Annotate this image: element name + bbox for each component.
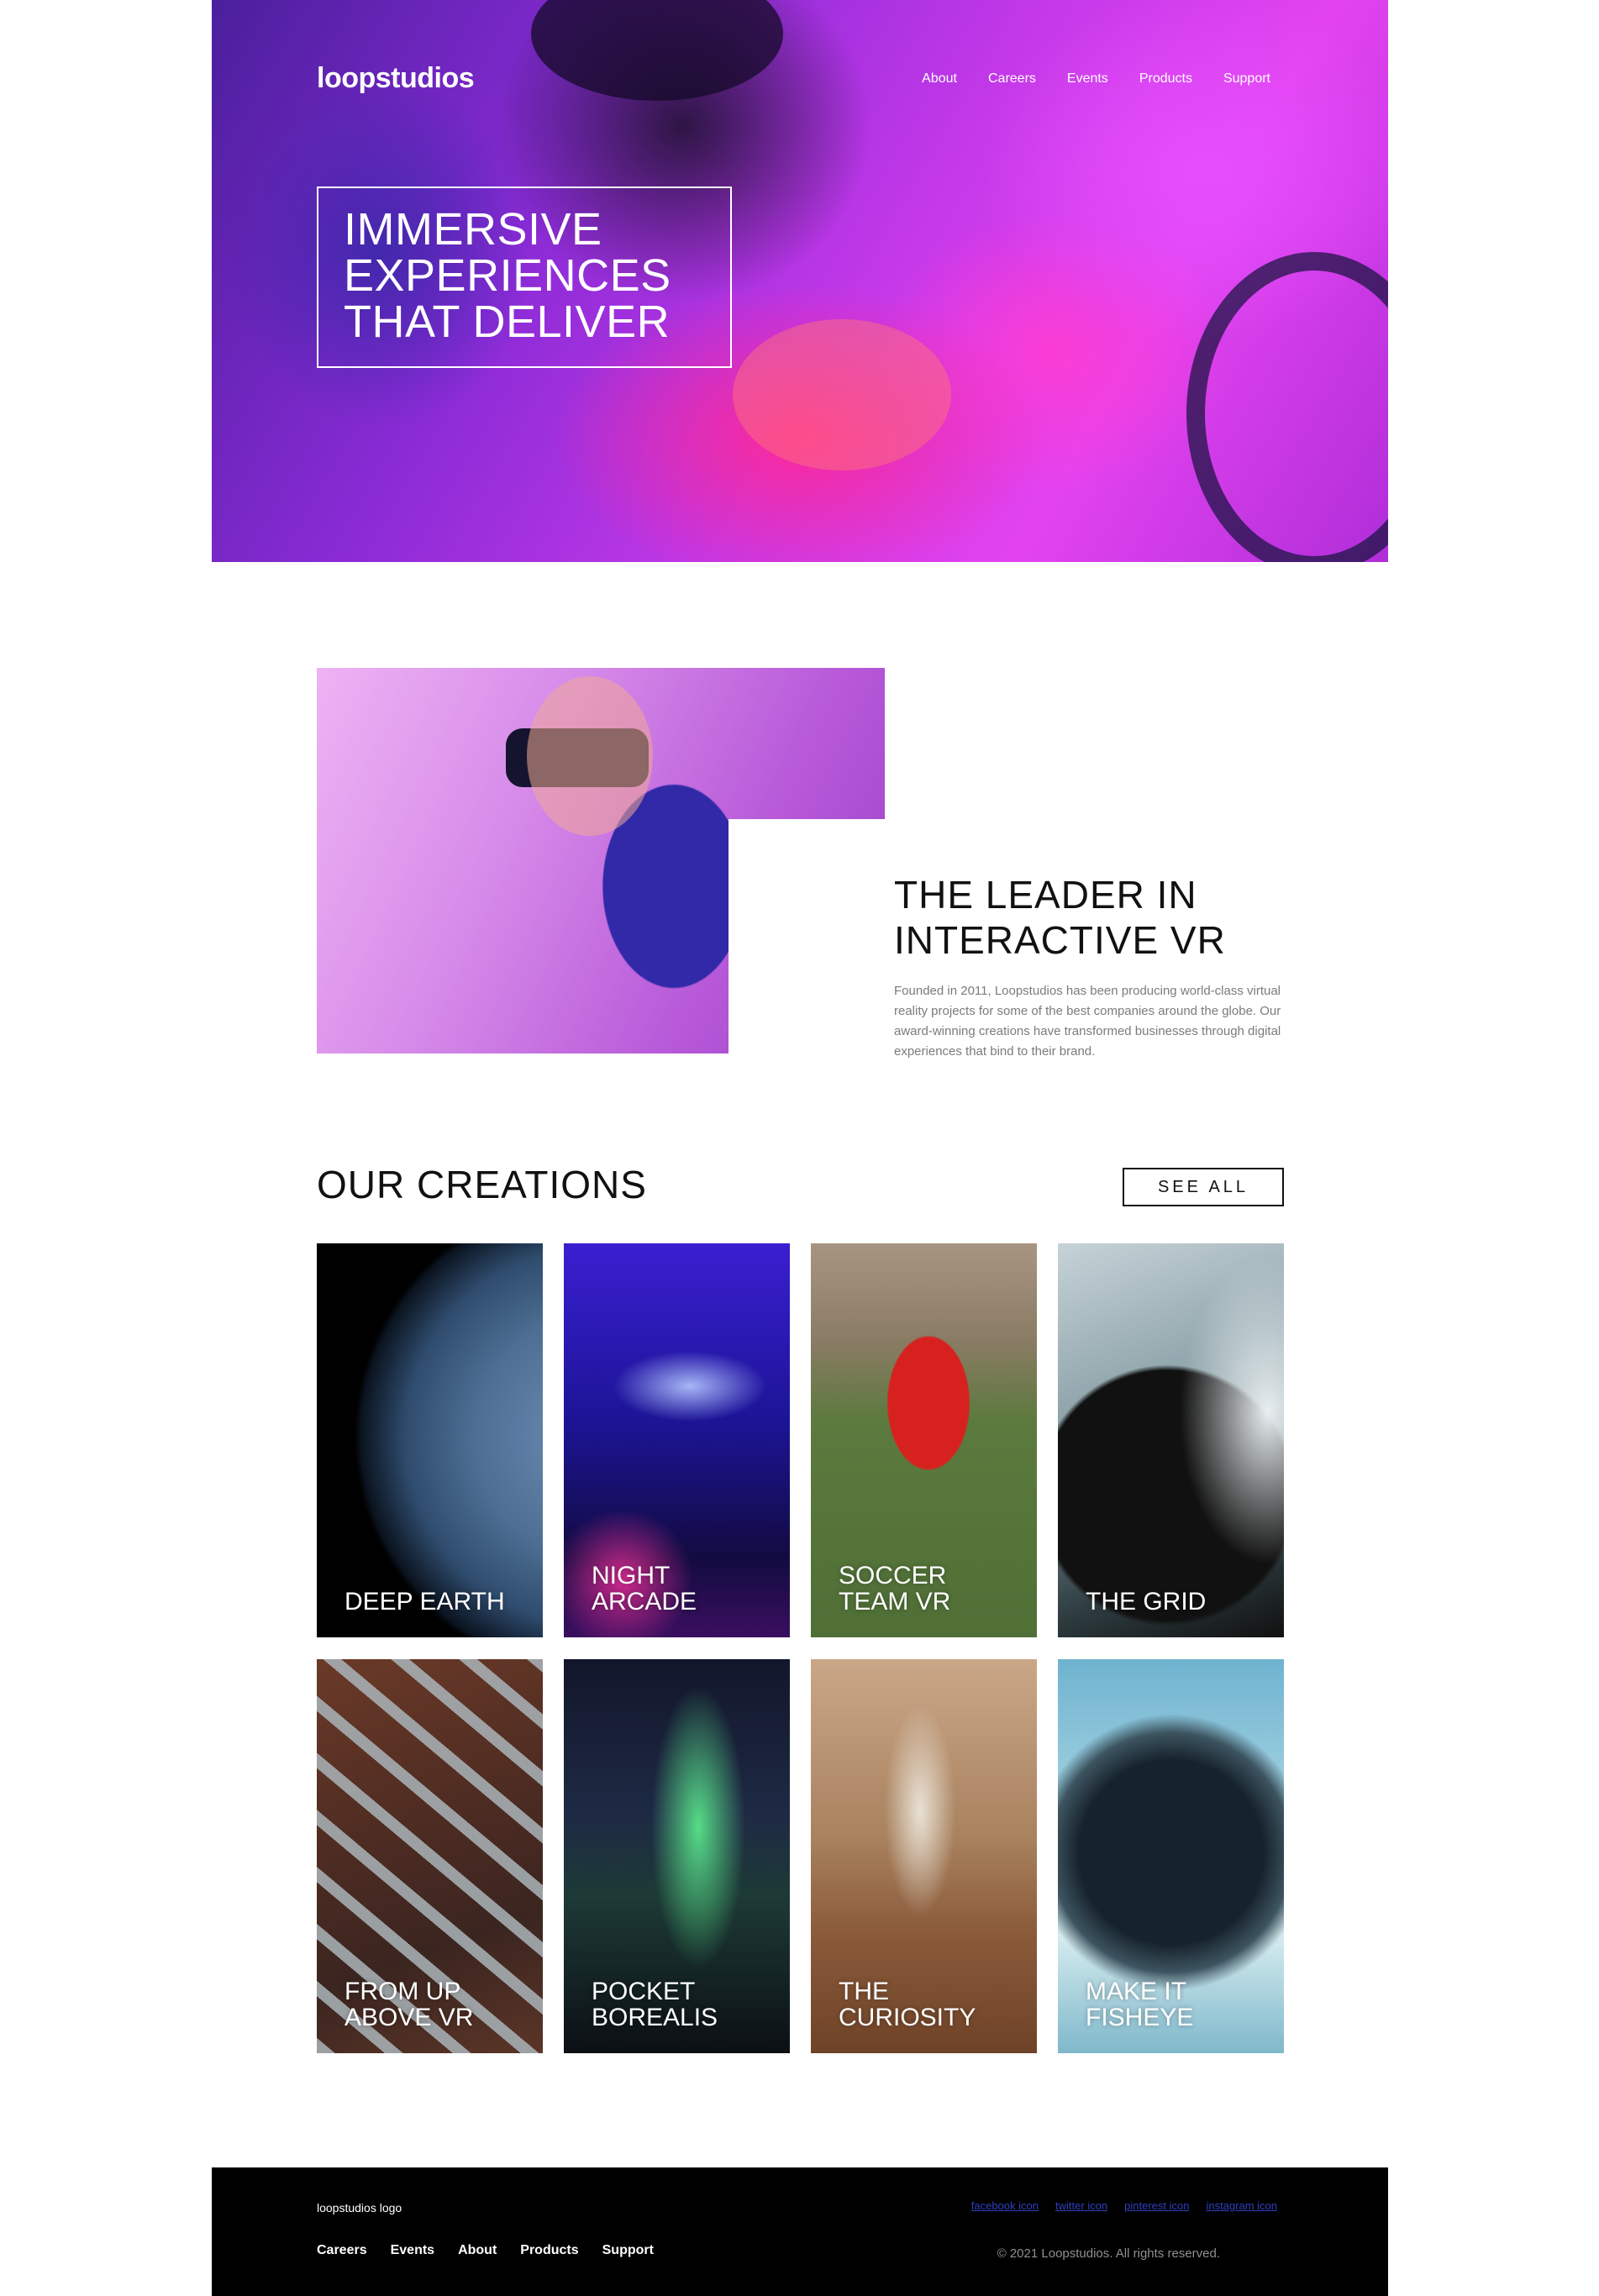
- creation-label: FROM UP ABOVE VR: [345, 1978, 474, 2031]
- copyright: © 2021 Loopstudios. All rights reserved.: [997, 2246, 1220, 2261]
- header-logo[interactable]: loopstudios: [317, 62, 475, 95]
- creation-label: POCKET BOREALIS: [592, 1978, 718, 2031]
- creation-card-the-curiosity[interactable]: THE CURIOSITY: [811, 1659, 1037, 2053]
- footer-nav: Careers Events About Products Support: [317, 2243, 654, 2258]
- nav-item-events[interactable]: Events: [1067, 71, 1108, 87]
- creation-card-soccer-team-vr[interactable]: SOCCER TEAM VR: [811, 1243, 1037, 1637]
- creation-label: THE GRID: [1086, 1588, 1207, 1616]
- nav-item-products[interactable]: Products: [1139, 71, 1192, 87]
- nav-item-support[interactable]: Support: [1223, 71, 1270, 87]
- nav-item-about[interactable]: About: [922, 71, 957, 87]
- creation-card-the-grid[interactable]: THE GRID: [1058, 1243, 1284, 1637]
- person-face-shape: [527, 676, 653, 836]
- leader-body: Founded in 2011, Loopstudios has been pr…: [894, 984, 1281, 1059]
- social-links: facebook icon twitter icon pinterest ico…: [971, 2199, 1277, 2212]
- footer-nav-products[interactable]: Products: [520, 2243, 578, 2258]
- hero-glow-shape: [733, 319, 951, 470]
- hero-steering-wheel-shape: [1186, 252, 1388, 562]
- creation-label: SOCCER TEAM VR: [839, 1562, 951, 1616]
- pinterest-icon[interactable]: pinterest icon: [1124, 2199, 1189, 2212]
- creation-label: THE CURIOSITY: [839, 1978, 976, 2031]
- instagram-icon[interactable]: instagram icon: [1206, 2199, 1277, 2212]
- footer-nav-events[interactable]: Events: [391, 2243, 434, 2258]
- page: loopstudios About Careers Events Product…: [212, 0, 1388, 2296]
- leader-image-cutout: [728, 819, 885, 1063]
- creation-card-night-arcade[interactable]: NIGHT ARCADE: [564, 1243, 790, 1637]
- hero-vr-headset-shape: [531, 0, 783, 101]
- hero-title: IMMERSIVE EXPERIENCES THAT DELIVER: [344, 204, 671, 347]
- footer: loopstudios logo Careers Events About Pr…: [212, 2167, 1388, 2296]
- creations-title: OUR CREATIONS: [317, 1163, 647, 1206]
- creation-label: NIGHT ARCADE: [592, 1562, 697, 1616]
- twitter-icon[interactable]: twitter icon: [1055, 2199, 1107, 2212]
- see-all-button[interactable]: SEE ALL: [1123, 1168, 1284, 1206]
- creation-card-pocket-borealis[interactable]: POCKET BOREALIS: [564, 1659, 790, 2053]
- creation-label: DEEP EARTH: [345, 1588, 505, 1616]
- hero-section: loopstudios About Careers Events Product…: [212, 0, 1388, 562]
- nav-item-careers[interactable]: Careers: [988, 71, 1036, 87]
- footer-nav-careers[interactable]: Careers: [317, 2243, 367, 2258]
- creations-grid: DEEP EARTH NIGHT ARCADE SOCCER TEAM VR T…: [317, 1243, 1284, 2053]
- footer-nav-about[interactable]: About: [458, 2243, 497, 2258]
- leader-text: THE LEADER IN INTERACTIVE VR Founded in …: [894, 872, 1291, 1062]
- creation-card-make-it-fisheye[interactable]: MAKE IT FISHEYE: [1058, 1659, 1284, 2053]
- hero-title-box: IMMERSIVE EXPERIENCES THAT DELIVER: [317, 187, 732, 368]
- footer-nav-support[interactable]: Support: [602, 2243, 654, 2258]
- leader-title: THE LEADER IN INTERACTIVE VR: [894, 873, 1226, 962]
- facebook-icon[interactable]: facebook icon: [971, 2199, 1039, 2212]
- creation-card-from-up-above-vr[interactable]: FROM UP ABOVE VR: [317, 1659, 543, 2053]
- main-nav: About Careers Events Products Support: [922, 71, 1270, 87]
- footer-logo[interactable]: loopstudios logo: [317, 2201, 402, 2215]
- creation-card-deep-earth[interactable]: DEEP EARTH: [317, 1243, 543, 1637]
- creation-label: MAKE IT FISHEYE: [1086, 1978, 1194, 2031]
